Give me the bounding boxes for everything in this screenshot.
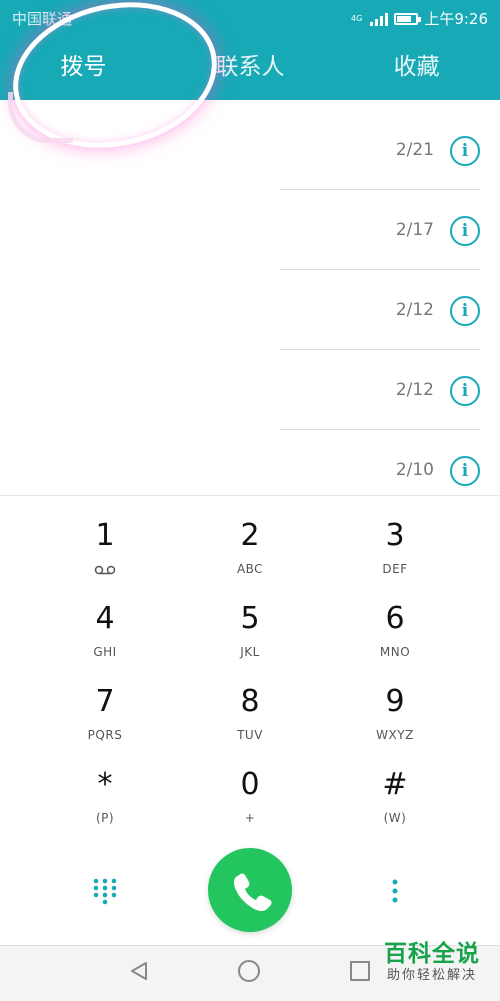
key-6[interactable]: 6 MNO [335, 579, 455, 659]
key-star[interactable]: * (P) [45, 745, 165, 825]
watermark-logo: 百科全说 助你轻松解决 [374, 940, 490, 984]
call-log-item[interactable]: 2/10 i [0, 420, 500, 500]
key-4[interactable]: 4 GHI [45, 579, 165, 659]
clock: 上午9:26 [424, 10, 488, 28]
key-digit: 2 [240, 518, 260, 553]
recent-apps-icon[interactable] [350, 961, 370, 981]
key-letters: PQRS [87, 728, 123, 742]
call-log-item[interactable]: 2/17 i [0, 180, 500, 270]
key-9[interactable]: 9 WXYZ [335, 662, 455, 742]
status-icons: 4G 上午9:26 [351, 8, 488, 29]
call-log-item[interactable]: 2/12 i [0, 340, 500, 430]
key-1[interactable]: 1 [45, 496, 165, 576]
signal-icon [370, 12, 389, 26]
key-digit: 6 [385, 601, 405, 636]
key-letters: + [244, 811, 256, 825]
info-icon[interactable]: i [450, 216, 480, 246]
key-letters: (P) [95, 811, 115, 825]
key-8[interactable]: 8 TUV [190, 662, 310, 742]
home-icon[interactable] [238, 960, 260, 982]
dialpad-icon[interactable] [90, 876, 120, 906]
key-digit: 7 [95, 684, 115, 719]
key-letters: TUV [237, 728, 263, 742]
info-icon[interactable]: i [450, 296, 480, 326]
voicemail-icon [94, 560, 116, 579]
key-letters: DEF [382, 562, 408, 576]
status-bar: 中国联通 4G 上午9:26 [0, 0, 500, 34]
key-2[interactable]: 2 ABC [190, 496, 310, 576]
tab-bar: 拨号 联系人 收藏 [0, 34, 500, 100]
key-letters: ABC [236, 562, 264, 576]
call-log-item[interactable]: 2/21 i [0, 100, 500, 190]
tab-dialer[interactable]: 拨号 [0, 34, 167, 100]
key-digit: * [97, 767, 113, 802]
key-letters: (W) [383, 811, 407, 825]
tab-contacts[interactable]: 联系人 [167, 34, 334, 100]
key-digit: 8 [240, 684, 260, 719]
dialer-actions [0, 848, 500, 932]
key-3[interactable]: 3 DEF [335, 496, 455, 576]
key-0[interactable]: 0 + [190, 745, 310, 825]
key-digit: 0 [240, 767, 260, 802]
key-5[interactable]: 5 JKL [190, 579, 310, 659]
phone-icon [233, 873, 272, 912]
key-7[interactable]: 7 PQRS [45, 662, 165, 742]
key-letters: WXYZ [376, 728, 414, 742]
key-hash[interactable]: # (W) [335, 745, 455, 825]
more-vertical-icon[interactable] [380, 876, 410, 906]
battery-icon [394, 12, 422, 25]
info-icon[interactable]: i [450, 136, 480, 166]
watermark-subtitle: 助你轻松解决 [386, 968, 477, 983]
key-letters: JKL [240, 645, 260, 659]
call-log-list: 2/21 i 2/17 i 2/12 i 2/12 i 2/10 i [0, 100, 500, 495]
network-type: 4G [351, 13, 363, 23]
key-letters: MNO [379, 645, 411, 659]
key-digit: 5 [240, 601, 260, 636]
call-log-item[interactable]: 2/12 i [0, 260, 500, 350]
watermark-title: 百科全说 [384, 941, 480, 967]
key-digit: # [382, 767, 408, 802]
call-button[interactable] [208, 848, 292, 932]
key-digit: 9 [385, 684, 405, 719]
key-digit: 1 [95, 518, 115, 553]
info-icon[interactable]: i [450, 376, 480, 406]
carrier-name: 中国联通 [12, 10, 73, 28]
back-icon[interactable] [128, 960, 150, 986]
key-digit: 3 [385, 518, 405, 553]
key-digit: 4 [95, 601, 115, 636]
key-letters: GHI [93, 645, 117, 659]
tab-favorites[interactable]: 收藏 [333, 34, 500, 100]
info-icon[interactable]: i [450, 456, 480, 486]
